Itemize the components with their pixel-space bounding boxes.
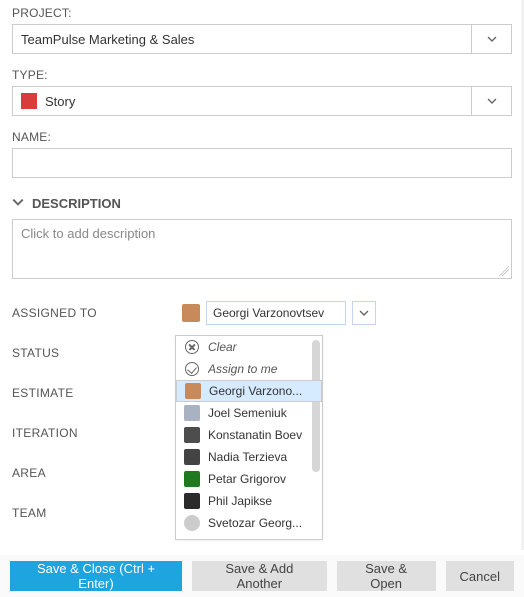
dropdown-person-label: Konstanatin Boev — [208, 428, 314, 442]
project-label: PROJECT: — [12, 6, 512, 20]
type-label: TYPE: — [12, 68, 512, 82]
iteration-label: ITERATION — [12, 426, 182, 440]
assignee-input[interactable] — [206, 301, 346, 325]
estimate-label: ESTIMATE — [12, 386, 182, 400]
team-label: TEAM — [12, 506, 182, 520]
clear-icon — [184, 339, 200, 355]
dropdown-person[interactable]: Georgi Varzono... — [176, 380, 322, 402]
chevron-down-icon — [12, 196, 24, 211]
dropdown-clear-label: Clear — [208, 340, 314, 354]
dropdown-assign-me[interactable]: Assign to me — [176, 358, 322, 380]
avatar — [184, 449, 200, 465]
dropdown-person-label: Svetozar Georg... — [208, 516, 314, 530]
footer: Save & Close (Ctrl + Enter) Save & Add A… — [0, 555, 524, 597]
area-label: AREA — [12, 466, 182, 480]
description-input[interactable]: Click to add description — [12, 219, 512, 279]
avatar — [182, 304, 200, 322]
dropdown-assign-me-label: Assign to me — [208, 362, 314, 376]
chevron-down-icon — [487, 34, 497, 44]
type-select[interactable]: Story — [12, 86, 512, 116]
type-color-swatch — [21, 93, 37, 109]
assignee-picker[interactable] — [182, 299, 376, 327]
assign-me-icon — [184, 361, 200, 377]
avatar — [184, 515, 200, 531]
scrollbar[interactable] — [312, 340, 320, 472]
dropdown-person[interactable]: Nadia Terzieva — [176, 446, 322, 468]
avatar — [184, 427, 200, 443]
row-assigned-to: ASSIGNED TO — [12, 293, 512, 333]
assignee-caret[interactable] — [352, 301, 376, 325]
project-caret-cell[interactable] — [471, 25, 511, 53]
assignee-dropdown[interactable]: Clear Assign to me Georgi Varzono... Joel… — [175, 335, 323, 540]
name-input[interactable] — [12, 148, 512, 178]
type-value: Story — [45, 94, 471, 109]
cancel-button[interactable]: Cancel — [446, 561, 514, 591]
project-value: TeamPulse Marketing & Sales — [21, 32, 471, 47]
avatar — [184, 405, 200, 421]
avatar — [184, 493, 200, 509]
type-caret-cell[interactable] — [471, 87, 511, 115]
avatar — [184, 471, 200, 487]
save-close-button[interactable]: Save & Close (Ctrl + Enter) — [10, 561, 182, 591]
dropdown-person[interactable]: Joel Semeniuk — [176, 402, 322, 424]
status-label: STATUS — [12, 346, 182, 360]
dropdown-person-label: Georgi Varzono... — [209, 384, 313, 398]
description-label: DESCRIPTION — [32, 196, 121, 211]
name-label: NAME: — [12, 130, 512, 144]
project-select[interactable]: TeamPulse Marketing & Sales — [12, 24, 512, 54]
dropdown-person-label: Joel Semeniuk — [208, 406, 314, 420]
save-open-button[interactable]: Save & Open — [337, 561, 436, 591]
assigned-label: ASSIGNED TO — [12, 306, 182, 320]
chevron-down-icon — [487, 96, 497, 106]
save-add-button[interactable]: Save & Add Another — [192, 561, 327, 591]
dropdown-person-label: Phil Japikse — [208, 494, 314, 508]
dropdown-clear[interactable]: Clear — [176, 336, 322, 358]
description-header[interactable]: DESCRIPTION — [12, 196, 512, 211]
avatar — [185, 383, 201, 399]
dropdown-person-label: Nadia Terzieva — [208, 450, 314, 464]
dropdown-person[interactable]: Konstanatin Boev — [176, 424, 322, 446]
dropdown-person-label: Petar Grigorov — [208, 472, 314, 486]
dropdown-person[interactable]: Svetozar Georg... — [176, 512, 322, 534]
dropdown-person[interactable]: Petar Grigorov — [176, 468, 322, 490]
dropdown-person[interactable]: Phil Japikse — [176, 490, 322, 512]
